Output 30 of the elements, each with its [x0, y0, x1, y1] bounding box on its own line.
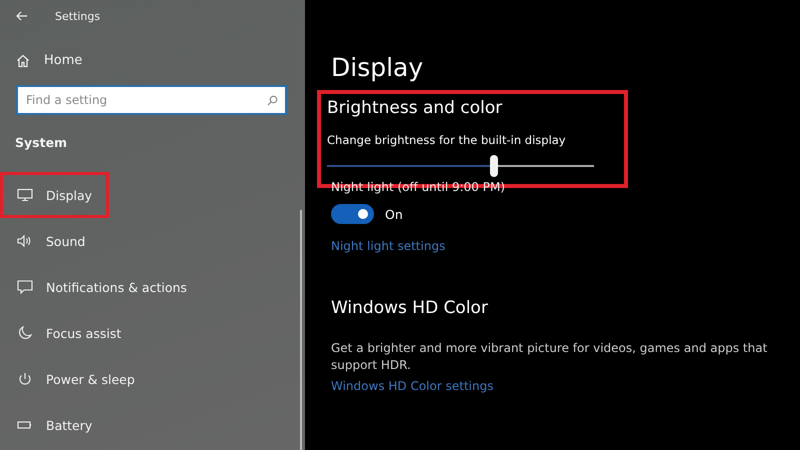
window-title: Settings: [55, 10, 100, 22]
scrollbar[interactable]: [300, 210, 302, 450]
nav-item[interactable]: Power & sleep: [0, 356, 152, 402]
power-icon: [17, 372, 33, 386]
section-heading: Windows HD Color: [331, 298, 489, 318]
home-icon: [16, 54, 30, 68]
hd-color-settings-link[interactable]: Windows HD Color settings: [331, 379, 494, 393]
speaker-icon: [17, 234, 33, 248]
back-arrow-icon[interactable]: [16, 11, 28, 21]
section-heading: System: [15, 135, 68, 150]
toggle-switch[interactable]: [331, 204, 374, 224]
message-icon: [17, 280, 33, 294]
monitor-icon: [17, 188, 33, 202]
section-heading: Brightness and color: [327, 98, 504, 118]
search-field[interactable]: Find a setting: [16, 85, 287, 115]
description: Get a brighter and more vibrant picture for videos, games and apps that support HDR.: [331, 340, 768, 374]
toggle-state: On: [385, 206, 403, 222]
slider-thumb[interactable]: [490, 155, 498, 177]
slider-label: Change brightness for the built-in display: [327, 133, 567, 147]
home-link[interactable]: Home: [16, 53, 82, 68]
nav-item[interactable]: Notifications & actions: [0, 264, 204, 310]
night-light-settings-link[interactable]: Night light settings: [331, 239, 446, 253]
nav-item[interactable]: Display: [0, 172, 110, 218]
nav-item[interactable]: Sound: [0, 218, 102, 264]
page-title: Display: [331, 53, 424, 82]
nav-item[interactable]: Focus assist: [0, 310, 138, 356]
nav-item[interactable]: Battery: [0, 402, 110, 448]
moon-icon: [17, 326, 33, 340]
search-icon: [267, 95, 278, 106]
brightness-slider[interactable]: [327, 155, 594, 177]
